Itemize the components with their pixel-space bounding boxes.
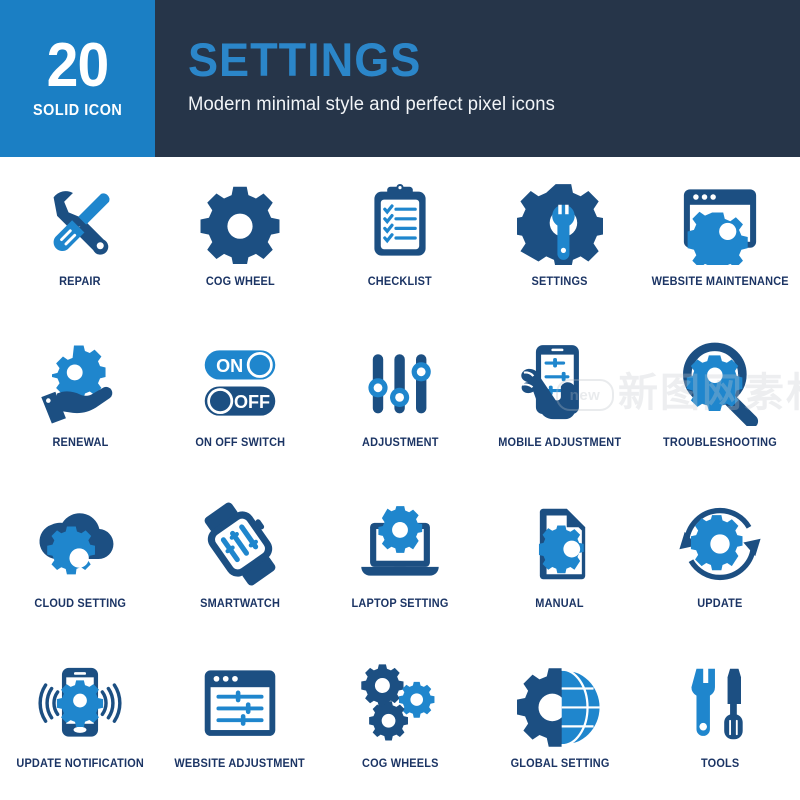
icon-label: WEBSITE ADJUSTMENT [174,758,306,771]
tools-icon [672,659,768,749]
icon-cell-update-notification[interactable]: UPDATE NOTIFICATION [0,639,160,800]
icon-cell-renewal[interactable]: RENEWAL [0,318,160,479]
icon-label: LAPTOP SETTING [351,597,449,610]
icon-label: SMARTWATCH [199,597,280,610]
icon-cell-troubleshooting[interactable]: TROUBLESHOOTING [640,318,800,479]
checklist-icon [352,177,448,267]
icon-grid: REPAIR COG WHEEL CHECKLIST SETTINGS WEBS… [0,157,800,800]
repair-icon [32,177,128,267]
update-icon [672,499,768,589]
cog-wheel-icon [192,177,288,267]
cog-wheels-icon [352,659,448,749]
icon-label: ADJUSTMENT [361,436,439,449]
icon-cell-cog-wheel[interactable]: COG WHEEL [160,157,320,318]
icon-cell-laptop-setting[interactable]: LAPTOP SETTING [320,479,480,640]
icon-cell-adjustment[interactable]: ADJUSTMENT [320,318,480,479]
icon-label: GLOBAL SETTING [510,758,610,771]
icon-label: MANUAL [535,597,585,610]
page-subtitle: Modern minimal style and perfect pixel i… [188,94,555,115]
smartwatch-icon [192,499,288,589]
icon-cell-update[interactable]: UPDATE [640,479,800,640]
icon-label: UPDATE NOTIFICATION [16,758,144,771]
cloud-setting-icon [32,499,128,589]
header-text-block: SETTINGS Modern minimal style and perfec… [188,36,566,116]
settings-icon [512,177,608,267]
icon-cell-on-off-switch[interactable]: ON OFF ON OFF SWITCH [160,318,320,479]
icon-count-badge: 20 SOLID ICON [0,0,155,157]
icon-cell-website-adjustment[interactable]: WEBSITE ADJUSTMENT [160,639,320,800]
icon-label: WEBSITE MAINTENANCE [651,276,789,288]
icon-cell-settings[interactable]: SETTINGS [480,157,640,318]
icon-label: MOBILE ADJUSTMENT [498,436,622,449]
icon-label: CHECKLIST [367,276,433,288]
on-off-switch-icon: ON OFF [192,338,288,428]
switch-on-label: ON [216,356,243,376]
icon-cell-smartwatch[interactable]: SMARTWATCH [160,479,320,640]
icon-label: CLOUD SETTING [34,597,126,610]
switch-off-label: OFF [234,392,270,412]
icon-label: REPAIR [59,276,101,288]
icon-cell-website-maintenance[interactable]: WEBSITE MAINTENANCE [640,157,800,318]
icon-cell-cloud-setting[interactable]: CLOUD SETTING [0,479,160,640]
icon-cell-cog-wheels[interactable]: COG WHEELS [320,639,480,800]
badge-subtitle: SOLID ICON [32,101,123,119]
global-setting-icon [512,659,608,749]
icon-label: TOOLS [700,758,740,771]
website-maintenance-icon [672,177,768,267]
badge-number: 20 [46,31,110,101]
header-banner: 20 SOLID ICON SETTINGS Modern minimal st… [0,0,800,157]
icon-cell-mobile-adjustment[interactable]: MOBILE ADJUSTMENT [480,318,640,479]
icon-label: ON OFF SWITCH [195,436,285,449]
icon-cell-global-setting[interactable]: GLOBAL SETTING [480,639,640,800]
icon-label: COG WHEEL [205,276,275,288]
troubleshooting-icon [672,338,768,428]
icon-label: TROUBLESHOOTING [663,436,777,449]
icon-label: COG WHEELS [361,758,439,771]
icon-cell-checklist[interactable]: CHECKLIST [320,157,480,318]
update-notification-icon [32,659,128,749]
laptop-setting-icon [352,499,448,589]
manual-icon [512,499,608,589]
icon-label: RENEWAL [52,436,108,449]
icon-label: UPDATE [697,597,743,610]
adjustment-icon [352,338,448,428]
renewal-icon [32,338,128,428]
website-adjustment-icon [192,659,288,749]
icon-label: SETTINGS [531,276,589,288]
mobile-adjustment-icon [512,338,608,428]
icon-cell-tools[interactable]: TOOLS [640,639,800,800]
page-title: SETTINGS [188,33,422,86]
icon-cell-repair[interactable]: REPAIR [0,157,160,318]
icon-cell-manual[interactable]: MANUAL [480,479,640,640]
